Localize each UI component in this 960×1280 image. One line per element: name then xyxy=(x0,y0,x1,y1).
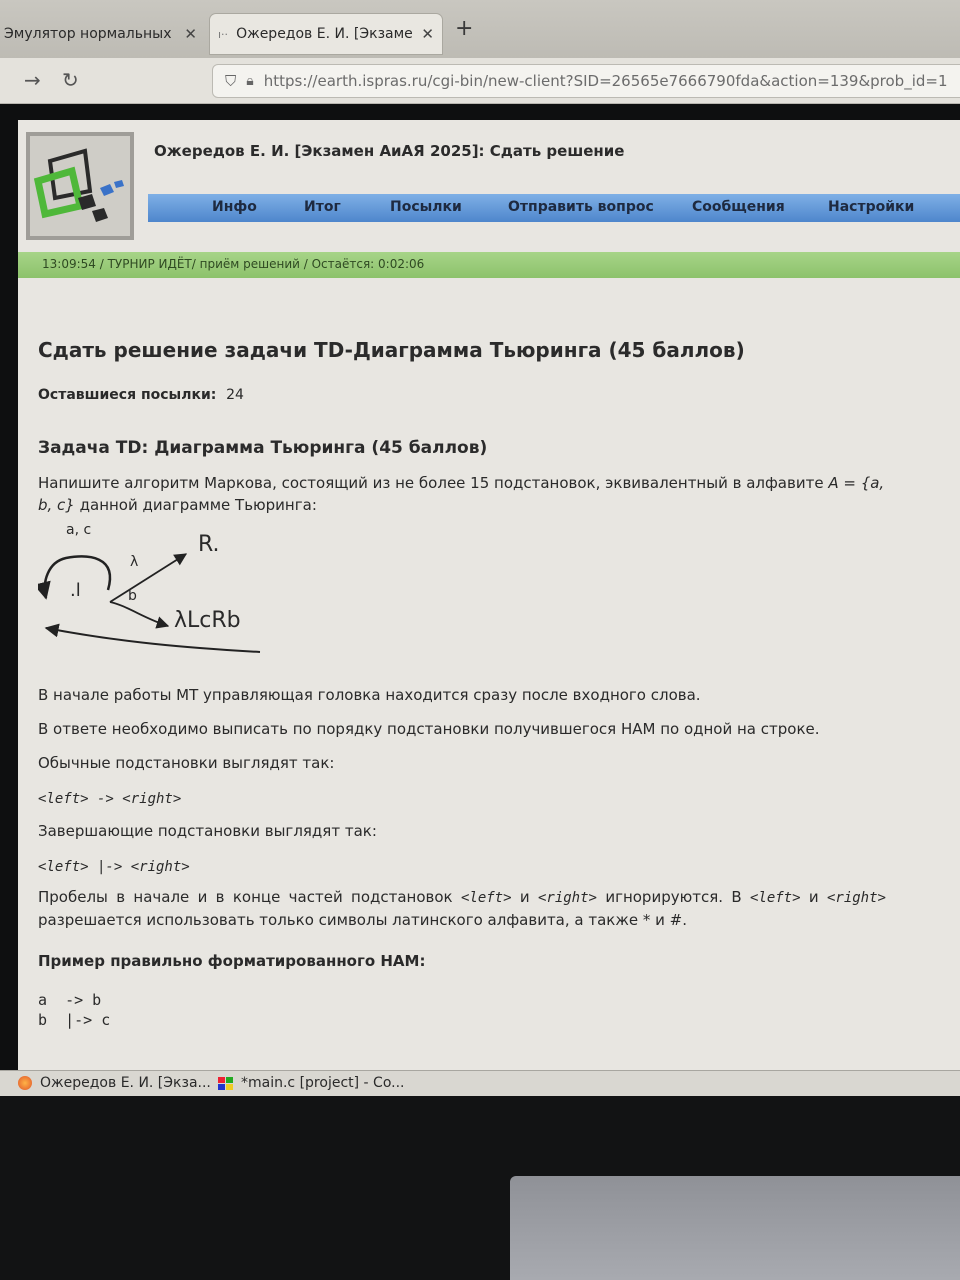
url-bar[interactable]: ⛉ 🔒︎ https://earth.ispras.ru/cgi-bin/new… xyxy=(212,64,960,98)
lock-icon: 🔒︎ xyxy=(246,73,254,89)
taskbar-item-firefox[interactable]: Ожередов Е. И. [Экза... xyxy=(18,1075,211,1091)
start-node: .l xyxy=(70,580,81,601)
tab-title: Ожередов Е. И. [Экзаме xyxy=(236,26,413,42)
codeblocks-icon xyxy=(218,1076,233,1090)
browser-nav-bar: → ↻ ⛉ 🔒︎ https://earth.ispras.ru/cgi-bin… xyxy=(0,58,960,104)
new-tab-button[interactable]: + xyxy=(455,16,473,41)
shield-icon: ⛉ xyxy=(225,72,237,90)
close-icon[interactable]: ✕ xyxy=(184,25,205,43)
taskbar-label: *main.c [project] - Co... xyxy=(241,1075,405,1091)
submit-heading: Сдать решение задачи TD-Диаграмма Тьюрин… xyxy=(38,338,745,362)
problem-intro: Напишите алгоритм Маркова, состоящий из … xyxy=(38,472,898,516)
firefox-icon xyxy=(18,1076,32,1090)
lambda-label: λ xyxy=(130,554,139,570)
tab-favicon-icon: ı·· xyxy=(218,27,229,41)
spaces-rule-text: Пробелы в начале и в конце частей подста… xyxy=(38,886,886,931)
url-text: https://earth.ispras.ru/cgi-bin/new-clie… xyxy=(263,72,948,90)
status-bar: 13:09:54 / ТУРНИР ИДЁТ/ приём решений / … xyxy=(18,252,960,278)
browser-tab-active[interactable]: ı·· Ожередов Е. И. [Экзаме ✕ xyxy=(210,14,442,54)
example-heading: Пример правильно форматированного НАМ: xyxy=(38,952,426,970)
rule-part: игнорируются. В xyxy=(596,888,750,906)
normal-subst-text: Обычные подстановки выглядят так: xyxy=(38,754,335,772)
target-r: R. xyxy=(198,532,220,557)
loop-label: a, c xyxy=(66,522,92,538)
remaining-value: 24 xyxy=(226,387,244,403)
rule-part: Пробелы в начале и в конце частей подста… xyxy=(38,888,461,906)
taskbar: Ожередов Е. И. [Экза... *main.c [project… xyxy=(0,1070,960,1096)
rule-part: и xyxy=(511,888,538,906)
rule-right: <right> xyxy=(537,890,597,906)
example-line: b |-> c xyxy=(38,1011,111,1029)
rule-right: <right> xyxy=(826,890,886,906)
rule-part: разрешается использовать только символы … xyxy=(38,911,687,929)
browser-tab-bar: Эмулятор нормальных а ✕ ı·· Ожередов Е. … xyxy=(0,0,960,58)
forward-arrow-icon[interactable]: → xyxy=(24,68,41,92)
b-label: b xyxy=(128,588,137,604)
menu-item-messages[interactable]: Сообщения xyxy=(692,199,785,215)
turing-diagram: a, c .l λ b R. λLcRb xyxy=(33,522,298,666)
browser-tab[interactable]: Эмулятор нормальных а ✕ xyxy=(0,14,205,54)
close-icon[interactable]: ✕ xyxy=(421,25,442,43)
monitor-stand xyxy=(510,1176,960,1280)
remaining-submissions: Оставшиеся посылки: 24 xyxy=(38,384,244,406)
taskbar-label: Ожередов Е. И. [Экза... xyxy=(40,1075,211,1091)
menu-item-ask-question[interactable]: Отправить вопрос xyxy=(508,199,654,215)
rule-part: и xyxy=(800,888,827,906)
reload-icon[interactable]: ↻ xyxy=(62,68,79,92)
menu-item-submissions[interactable]: Посылки xyxy=(390,199,462,215)
rule-left: <left> xyxy=(460,890,512,906)
target-sequence: λLcRb xyxy=(174,608,241,633)
page-title: Ожередов Е. И. [Экзамен АиАЯ 2025]: Сдат… xyxy=(154,142,625,160)
example-nam: a -> b b |-> c xyxy=(38,990,110,1030)
head-position-text: В начале работы МТ управляющая головка н… xyxy=(38,686,701,704)
example-line: a -> b xyxy=(38,991,102,1009)
answer-format-text: В ответе необходимо выписать по порядку … xyxy=(38,720,820,738)
menu-item-settings[interactable]: Настройки xyxy=(828,199,914,215)
normal-subst-example: <left> -> <right> xyxy=(38,791,182,807)
rule-left: <left> xyxy=(749,890,801,906)
menu-item-info[interactable]: Инфо xyxy=(212,199,257,215)
intro-text-1: Напишите алгоритм Маркова, состоящий из … xyxy=(38,474,829,492)
final-subst-example: <left> |-> <right> xyxy=(38,859,190,875)
menu-item-summary[interactable]: Итог xyxy=(304,199,341,215)
main-menu: Инфо Итог Посылки Отправить вопрос Сообщ… xyxy=(148,194,960,222)
intro-text-2: данной диаграмме Тьюринга: xyxy=(74,496,317,514)
final-subst-text: Завершающие подстановки выглядят так: xyxy=(38,822,377,840)
web-page: Ожередов Е. И. [Экзамен АиАЯ 2025]: Сдат… xyxy=(18,120,960,1070)
problem-heading: Задача TD: Диаграмма Тьюринга (45 баллов… xyxy=(38,438,488,458)
taskbar-item-codeblocks[interactable]: *main.c [project] - Co... xyxy=(218,1075,405,1091)
remaining-label: Оставшиеся посылки: xyxy=(38,387,217,403)
tab-title: Эмулятор нормальных а xyxy=(4,26,177,42)
ejudge-logo xyxy=(26,132,134,240)
